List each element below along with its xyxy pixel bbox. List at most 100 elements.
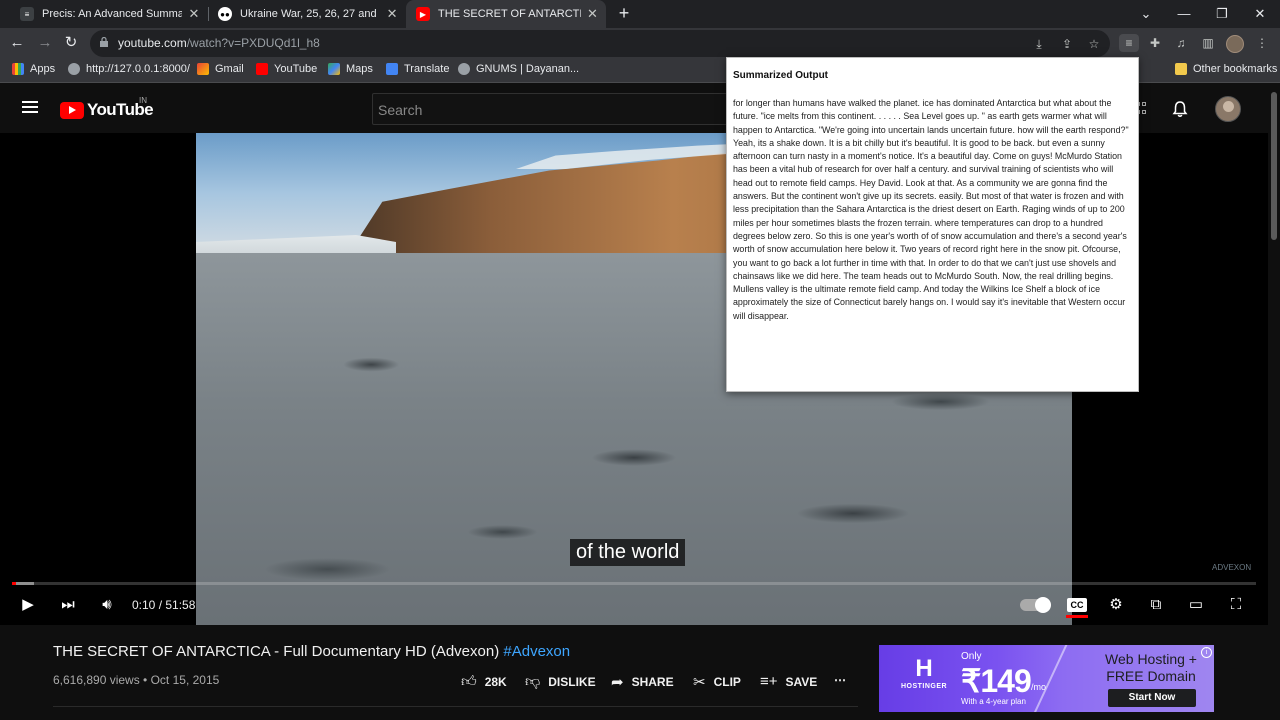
extensions-puzzle-icon[interactable]: ✚ [1146,34,1164,52]
page-scrollbar[interactable] [1268,84,1280,720]
restore-button[interactable]: ❐ [1203,0,1241,28]
scissors-icon: ✂ [693,674,706,691]
bookmark-gmail[interactable]: Gmail [197,63,244,75]
precis-extension-icon[interactable]: ≡ [1119,34,1139,52]
medium-favicon-icon: ●● [218,7,232,21]
share-icon[interactable]: ⇪ [1059,36,1075,52]
url-text: youtube.com/watch?v=PXDUQd1l_h8 [118,36,320,50]
progress-played [12,582,16,585]
like-button[interactable]: 👍︎ 28K [461,673,507,691]
back-button[interactable]: ← [6,32,28,54]
volume-icon[interactable]: 🔊︎ [97,595,117,615]
chrome-menu-icon[interactable]: ⋮ [1253,34,1271,52]
settings-gear-icon[interactable]: ⚙ [1106,595,1126,615]
bookmark-label: Gmail [215,63,244,75]
hostinger-h-icon: H [915,655,933,682]
ad-headline: Web Hosting + FREE Domain [1105,651,1197,684]
ad-divider [1032,645,1068,712]
new-tab-button[interactable]: + [614,3,634,23]
close-icon[interactable]: ✕ [188,6,200,22]
bookmark-label: Other bookmarks [1193,63,1278,75]
video-meta: 6,616,890 views • Oct 15, 2015 [53,673,220,687]
progress-bar[interactable] [12,582,1256,585]
bookmark-label: Maps [346,63,373,75]
youtube-account-avatar[interactable] [1215,96,1241,122]
bookmark-apps[interactable]: Apps [12,63,55,75]
hostinger-ad-banner[interactable]: H HOSTINGER Only ₹149 /mo With a 4-year … [879,645,1214,712]
ad-start-now-button[interactable]: Start Now [1108,689,1196,707]
side-panel-icon[interactable]: ▥ [1199,34,1217,52]
bookmark-star-icon[interactable]: ☆ [1086,36,1102,52]
bookmark-youtube[interactable]: YouTube [256,63,317,75]
bookmark-gnums[interactable]: GNUMS | Dayanan... [458,63,579,75]
dislike-button[interactable]: 👎︎ DISLIKE [525,673,596,691]
theater-mode-icon[interactable]: ▭ [1186,595,1206,615]
bookmark-label: Translate [404,63,450,75]
save-label: SAVE [785,674,818,689]
bookmark-localhost[interactable]: http://127.0.0.1:8000/ [68,63,190,75]
close-icon[interactable]: ✕ [386,6,398,22]
search-input[interactable]: Search [372,93,732,125]
miniplayer-icon[interactable]: ⧉ [1146,595,1166,615]
bookmark-label: http://127.0.0.1:8000/ [86,63,190,75]
lock-icon [100,37,108,47]
clip-button[interactable]: ✂ CLIP [693,673,741,691]
channel-watermark[interactable]: ADVEXON [1212,563,1251,572]
hamburger-menu-icon[interactable] [22,101,38,113]
bookmark-translate[interactable]: Translate [386,63,449,75]
globe-icon [68,63,80,75]
add-to-playlist-icon: ≡+ [760,673,778,690]
youtube-play-logo-icon [60,101,84,119]
notifications-bell-icon[interactable] [1171,100,1189,118]
play-icon[interactable]: ▶ [18,595,38,615]
ad-brand: HOSTINGER [900,683,948,690]
share-label: SHARE [631,675,674,689]
summary-text: for longer than humans have walked the p… [733,98,1129,321]
forward-button[interactable]: → [34,32,56,54]
hashtag-link[interactable]: #Advexon [503,643,570,660]
profile-avatar[interactable] [1226,35,1244,53]
install-app-icon[interactable]: ⤓ [1031,36,1047,52]
close-window-button[interactable]: ✕ [1241,0,1279,28]
share-arrow-icon: ➦ [611,674,624,691]
ad-only-label: Only [961,651,982,662]
captions-cc-icon[interactable]: CC [1067,598,1087,612]
next-video-icon[interactable]: ⏭ [58,595,78,615]
ad-price: ₹149 [961,663,1032,699]
popup-title: Summarized Output [733,70,829,81]
tab-title: Ukraine War, 25, 26, 27 and 28 Ju [240,8,380,20]
media-queue-icon[interactable]: ♫ [1172,34,1190,52]
bookmark-label: Apps [30,63,56,75]
bookmark-label: GNUMS | Dayanan... [476,63,580,75]
tab-ukraine-war[interactable]: ●● Ukraine War, 25, 26, 27 and 28 Ju ✕ [208,0,406,28]
tab-precis[interactable]: ≡ Precis: An Advanced Summarizer ✕ [10,0,208,28]
globe-icon [458,63,470,75]
ad-info-icon[interactable]: i [1201,647,1212,658]
fullscreen-icon[interactable]: ⛶ [1226,595,1246,615]
close-icon[interactable]: ✕ [587,6,598,22]
minimize-button[interactable]: — [1165,0,1203,28]
tab-secret-of-antarctica[interactable]: ▶ THE SECRET OF ANTARCTICA - Fu ✕ [406,0,606,28]
divider [53,706,858,707]
url-domain: youtube.com [118,36,187,50]
address-bar[interactable]: youtube.com/watch?v=PXDUQd1l_h8 ⤓ ⇪ ☆ [90,30,1110,57]
apps-grid-icon [12,63,24,75]
reload-button[interactable]: ↻ [60,32,82,54]
more-horizontal-icon: ⋯ [834,673,846,687]
tab-title: THE SECRET OF ANTARCTICA - Fu [438,8,581,20]
more-actions-button[interactable]: ⋯ [834,673,846,687]
browser-toolbar: ← → ↻ youtube.com/watch?v=PXDUQd1l_h8 ⤓ … [0,28,1280,59]
bookmark-label: YouTube [274,63,318,75]
scrollbar-thumb[interactable] [1271,92,1277,240]
hostinger-logo: H HOSTINGER [889,655,959,690]
share-button[interactable]: ➦ SHARE [611,673,674,691]
maps-icon [328,63,340,75]
bookmark-maps[interactable]: Maps [328,63,373,75]
tab-search-chevron-icon[interactable]: ⌄ [1127,0,1165,28]
youtube-logo[interactable]: YouTube IN [60,96,154,120]
thumbs-up-icon: 👍︎ [461,673,477,690]
bookmark-other[interactable]: Other bookmarks [1175,63,1277,75]
save-button[interactable]: ≡+ SAVE [760,673,817,690]
captions-active-indicator [1066,615,1088,618]
autoplay-toggle[interactable] [1020,597,1051,613]
